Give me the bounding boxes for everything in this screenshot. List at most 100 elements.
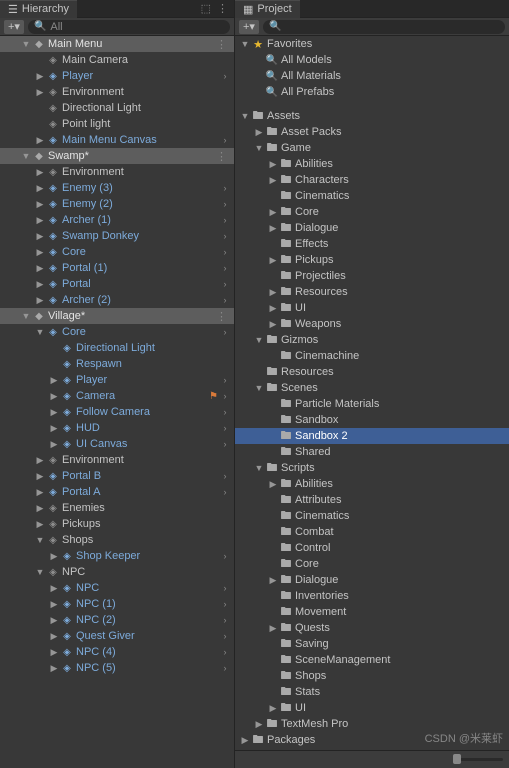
expand-arrow[interactable] [20, 151, 32, 161]
chevron-right-icon[interactable]: › [220, 279, 230, 289]
tree-row[interactable]: ◈Core› [0, 244, 234, 260]
tree-row[interactable]: ◆Swamp*⋮ [0, 148, 234, 164]
tree-row[interactable]: ◈NPC (2)› [0, 612, 234, 628]
project-search[interactable]: 🔍 [263, 20, 505, 34]
tree-row[interactable]: ◈Respawn [0, 356, 234, 372]
expand-arrow[interactable] [34, 167, 46, 178]
chevron-right-icon[interactable]: › [220, 71, 230, 81]
tree-row[interactable]: ◈Quest Giver› [0, 628, 234, 644]
tree-row[interactable]: ◈Main Menu Canvas› [0, 132, 234, 148]
tree-row[interactable]: ◈Pickups [0, 516, 234, 532]
expand-arrow[interactable] [34, 231, 46, 242]
tree-row[interactable]: 🔍All Prefabs [235, 84, 509, 100]
expand-arrow[interactable] [34, 247, 46, 258]
lock-icon[interactable]: ⬚ [201, 2, 211, 15]
create-button[interactable]: +▾ [4, 20, 24, 34]
chevron-right-icon[interactable]: › [220, 551, 230, 561]
expand-arrow[interactable] [267, 703, 279, 714]
tree-row[interactable]: ◈Swamp Donkey› [0, 228, 234, 244]
expand-arrow[interactable] [48, 423, 60, 434]
tree-row[interactable]: 🖿Game [235, 140, 509, 156]
tree-row[interactable]: 🖿Scripts [235, 460, 509, 476]
expand-arrow[interactable] [267, 303, 279, 314]
expand-arrow[interactable] [267, 319, 279, 330]
hierarchy-tree[interactable]: ◆Main Menu⋮◈Main Camera◈Player›◈Environm… [0, 36, 234, 768]
expand-arrow[interactable] [34, 295, 46, 306]
chevron-right-icon[interactable]: › [220, 615, 230, 625]
chevron-right-icon[interactable]: › [220, 391, 230, 401]
expand-arrow[interactable] [34, 327, 46, 337]
expand-arrow[interactable] [34, 471, 46, 482]
create-button[interactable]: +▾ [239, 20, 259, 34]
tree-row[interactable]: ◈Enemies [0, 500, 234, 516]
chevron-right-icon[interactable]: › [220, 295, 230, 305]
tree-row[interactable]: 🖿Stats [235, 684, 509, 700]
expand-arrow[interactable] [267, 207, 279, 218]
expand-arrow[interactable] [48, 663, 60, 674]
tree-row[interactable]: 🖿Characters [235, 172, 509, 188]
expand-arrow[interactable] [34, 455, 46, 466]
expand-arrow[interactable] [48, 615, 60, 626]
expand-arrow[interactable] [239, 111, 251, 121]
expand-arrow[interactable] [267, 623, 279, 634]
tree-row[interactable]: ◈Player› [0, 372, 234, 388]
expand-arrow[interactable] [48, 391, 60, 402]
expand-arrow[interactable] [34, 135, 46, 146]
expand-arrow[interactable] [34, 71, 46, 82]
tree-row[interactable]: ◈Portal A› [0, 484, 234, 500]
expand-arrow[interactable] [48, 375, 60, 386]
expand-arrow[interactable] [239, 735, 251, 746]
expand-arrow[interactable] [253, 463, 265, 473]
tree-row[interactable]: ◈Core› [0, 324, 234, 340]
more-icon[interactable]: ⋮ [213, 38, 230, 51]
tree-row[interactable]: ◈Environment [0, 84, 234, 100]
tree-row[interactable]: 🖿Dialogue [235, 220, 509, 236]
chevron-right-icon[interactable]: › [220, 215, 230, 225]
expand-arrow[interactable] [34, 567, 46, 577]
tree-row[interactable]: ◈Portal› [0, 276, 234, 292]
tree-row[interactable]: ◈NPC (1)› [0, 596, 234, 612]
hierarchy-search[interactable]: 🔍 All [28, 20, 230, 34]
chevron-right-icon[interactable]: › [220, 599, 230, 609]
expand-arrow[interactable] [48, 647, 60, 658]
expand-arrow[interactable] [34, 183, 46, 194]
chevron-right-icon[interactable]: › [220, 375, 230, 385]
tree-row[interactable]: 🖿Core [235, 204, 509, 220]
tree-row[interactable]: ◈NPC› [0, 580, 234, 596]
expand-arrow[interactable] [34, 535, 46, 545]
tree-row[interactable]: ◈Camera⚑› [0, 388, 234, 404]
expand-arrow[interactable] [253, 127, 265, 138]
chevron-right-icon[interactable]: › [220, 407, 230, 417]
tree-row[interactable]: 🖿Projectiles [235, 268, 509, 284]
tree-row[interactable]: 🖿Control [235, 540, 509, 556]
tree-row[interactable]: ◈Enemy (3)› [0, 180, 234, 196]
tree-row[interactable]: 🖿SceneManagement [235, 652, 509, 668]
tree-row[interactable]: 🖿Sandbox [235, 412, 509, 428]
chevron-right-icon[interactable]: › [220, 199, 230, 209]
tree-row[interactable]: ◈Environment [0, 452, 234, 468]
expand-arrow[interactable] [20, 311, 32, 321]
chevron-right-icon[interactable]: › [220, 183, 230, 193]
chevron-right-icon[interactable]: › [220, 471, 230, 481]
tree-row[interactable]: ◈Directional Light [0, 100, 234, 116]
expand-arrow[interactable] [34, 199, 46, 210]
tree-row[interactable]: 🖿Abilities [235, 476, 509, 492]
tree-row[interactable]: ◈Shop Keeper› [0, 548, 234, 564]
expand-arrow[interactable] [34, 487, 46, 498]
tree-row[interactable]: ◈Portal (1)› [0, 260, 234, 276]
tree-row[interactable]: ◈Shops [0, 532, 234, 548]
expand-arrow[interactable] [267, 223, 279, 234]
menu-icon[interactable]: ⋮ [217, 2, 228, 15]
tree-row[interactable]: 🖿Abilities [235, 156, 509, 172]
tree-row[interactable]: 🖿Dialogue [235, 572, 509, 588]
expand-arrow[interactable] [239, 39, 251, 49]
expand-arrow[interactable] [34, 87, 46, 98]
tree-row[interactable]: ◈UI Canvas› [0, 436, 234, 452]
tree-row[interactable]: 🖿Pickups [235, 252, 509, 268]
tree-row[interactable]: 🔍All Materials [235, 68, 509, 84]
tree-row[interactable]: 🖿Cinematics [235, 508, 509, 524]
tree-row[interactable]: 🖿Shops [235, 668, 509, 684]
chevron-right-icon[interactable]: › [220, 247, 230, 257]
tree-row[interactable]: 🖿Movement [235, 604, 509, 620]
expand-arrow[interactable] [34, 263, 46, 274]
